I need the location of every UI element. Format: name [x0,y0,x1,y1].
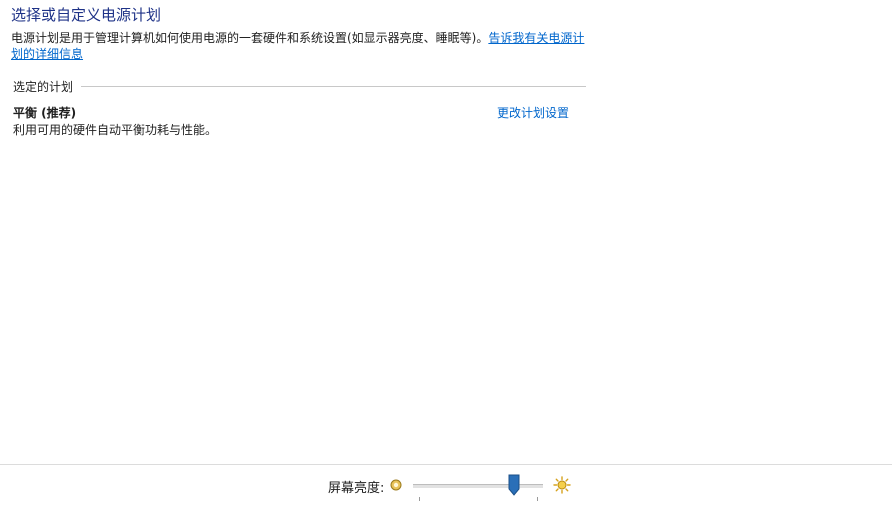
plan-balanced: 平衡 (推荐) 利用可用的硬件自动平衡功耗与性能。 更改计划设置 [13,105,573,139]
description-text: 电源计划是用于管理计算机如何使用电源的一套硬件和系统设置(如显示器亮度、睡眠等)… [11,31,489,45]
brightness-slider-thumb[interactable] [508,474,520,496]
bright-sun-icon [553,476,571,494]
change-plan-settings-link[interactable]: 更改计划设置 [497,105,569,122]
group-divider [81,85,586,87]
plan-description: 利用可用的硬件自动平衡功耗与性能。 [13,123,218,137]
slider-tick [537,497,538,501]
selected-plan-group-header: 选定的计划 [13,78,586,94]
page-description: 电源计划是用于管理计算机如何使用电源的一套硬件和系统设置(如显示器亮度、睡眠等)… [11,30,591,62]
slider-tick [419,497,420,501]
group-label: 选定的计划 [13,79,74,94]
page-title: 选择或自定义电源计划 [11,6,162,24]
brightness-bar: 屏幕亮度: [0,464,892,508]
brightness-label: 屏幕亮度: [328,481,385,496]
power-options-page: 选择或自定义电源计划 电源计划是用于管理计算机如何使用电源的一套硬件和系统设置(… [0,0,892,508]
plan-name: 平衡 (推荐) [13,106,77,120]
dim-sun-icon [390,479,402,491]
brightness-slider-track[interactable] [413,484,543,488]
